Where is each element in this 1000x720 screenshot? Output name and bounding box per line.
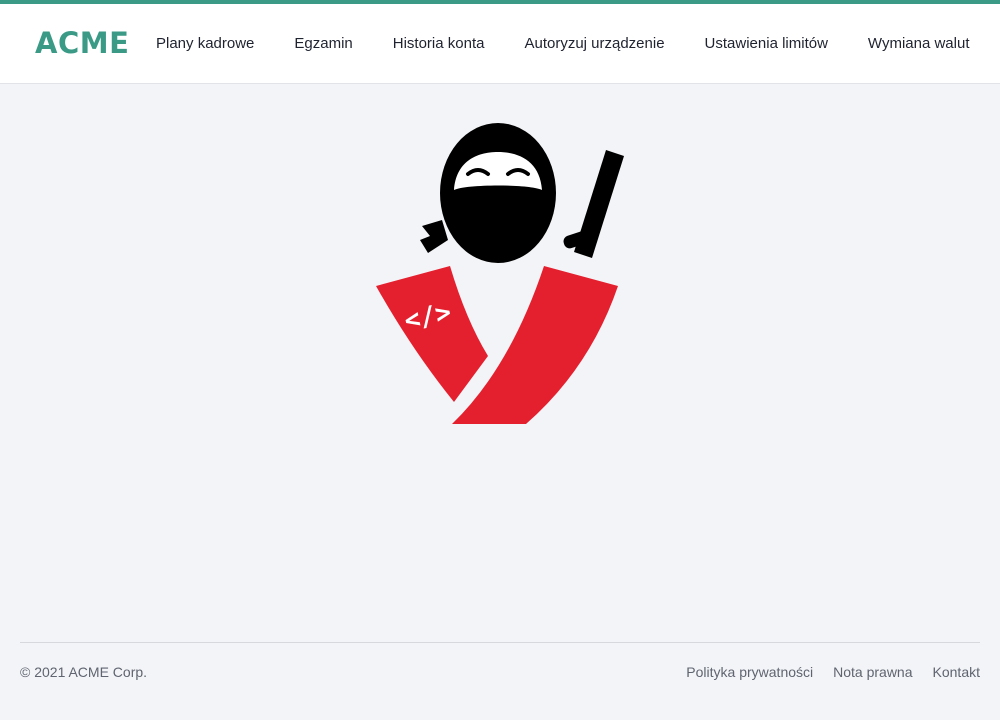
nav-item-ustawienia-limitow[interactable]: Ustawienia limitów xyxy=(705,35,828,52)
nav-item-egzamin[interactable]: Egzamin xyxy=(294,35,352,52)
katana-icon xyxy=(563,150,624,258)
footer-link-legal[interactable]: Nota prawna xyxy=(833,664,912,680)
ninja-sash: </> xyxy=(376,266,618,424)
footer-links: Polityka prywatności Nota prawna Kontakt xyxy=(666,664,980,680)
ninja-illustration: </> xyxy=(376,123,624,424)
main-nav: Plany kadrowe Egzamin Historia konta Aut… xyxy=(156,4,1000,83)
footer-link-privacy[interactable]: Polityka prywatności xyxy=(686,664,813,680)
nav-item-wymiana-walut[interactable]: Wymiana walut xyxy=(868,35,970,52)
footer-link-contact[interactable]: Kontakt xyxy=(933,664,980,680)
ninja-icon: </> xyxy=(370,120,630,430)
ninja-head xyxy=(440,123,556,263)
nav-item-plany-kadrowe[interactable]: Plany kadrowe xyxy=(156,35,254,52)
nav-item-historia-konta[interactable]: Historia konta xyxy=(393,35,485,52)
site-footer: © 2021 ACME Corp. Polityka prywatności N… xyxy=(20,642,980,680)
nav-item-autoryzuj-urzadzenie[interactable]: Autoryzuj urządzenie xyxy=(524,35,664,52)
site-header: ACME Plany kadrowe Egzamin Historia kont… xyxy=(0,4,1000,84)
headband-tails xyxy=(420,220,448,253)
acme-logo[interactable]: ACME xyxy=(35,26,129,60)
copyright-text: © 2021 ACME Corp. xyxy=(20,664,148,680)
